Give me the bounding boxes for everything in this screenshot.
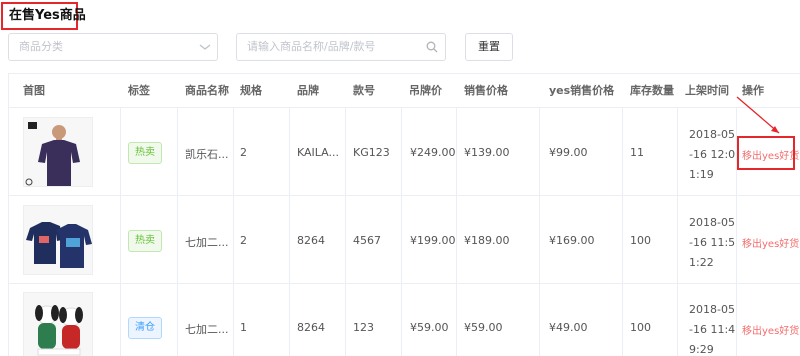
header-listed-time: 上架时间 <box>685 84 729 97</box>
product-name: 凯乐石... <box>185 148 229 161</box>
header-yes-price: yes销售价格 <box>549 84 615 97</box>
product-name: 七加二... <box>185 236 229 249</box>
chevron-down-icon <box>199 44 211 50</box>
product-thumbnail[interactable] <box>23 117 93 187</box>
tag-price: ¥249.00 <box>410 146 456 159</box>
table-header: 首图 标签 商品名称 规格 品牌 款号 吊牌价 销售价格 yes销售价格 库存数… <box>9 74 800 108</box>
product-spec: 2 <box>240 234 247 247</box>
search-input-placeholder: 请输入商品名称/品牌/款号 <box>247 40 376 53</box>
sale-price: ¥189.00 <box>464 234 510 247</box>
product-table: 首图 标签 商品名称 规格 品牌 款号 吊牌价 销售价格 yes销售价格 库存数… <box>8 73 800 356</box>
product-style-no: 123 <box>353 321 374 334</box>
search-icon[interactable] <box>426 41 438 53</box>
header-actions: 操作 <box>742 84 764 97</box>
table-row: 热卖 凯乐石... 2 KAILA... KG123 ¥249.00 ¥139.… <box>9 108 800 196</box>
header-sale-price: 销售价格 <box>464 84 508 97</box>
product-name: 七加二... <box>185 323 229 336</box>
product-brand: 8264 <box>297 321 325 334</box>
header-tag-price: 吊牌价 <box>409 84 442 97</box>
category-select-placeholder: 商品分类 <box>19 40 63 53</box>
yes-price: ¥49.00 <box>549 321 588 334</box>
listed-time: 2018-05 -16 11:4 9:29 <box>689 303 736 356</box>
tag-price: ¥199.00 <box>410 234 456 247</box>
header-name: 商品名称 <box>185 84 229 97</box>
stock-count: 11 <box>630 146 644 159</box>
listed-time: 2018-05 -16 12:0 1:19 <box>689 128 736 181</box>
header-tag: 标签 <box>128 84 150 97</box>
table-row: 热卖 七加二... 2 8264 4567 ¥199.00 ¥189.00 ¥1… <box>9 196 800 284</box>
product-thumbnail[interactable] <box>23 205 93 275</box>
product-spec: 1 <box>240 321 247 334</box>
product-thumbnail[interactable] <box>23 292 93 356</box>
table-row: 清仓 七加二... 1 8264 123 ¥59.00 ¥59.00 ¥49.0… <box>9 284 800 356</box>
action-highlight-box <box>737 136 795 170</box>
header-brand: 品牌 <box>297 84 319 97</box>
header-image: 首图 <box>23 84 45 97</box>
sale-price: ¥139.00 <box>464 146 510 159</box>
tag-badge: 清仓 <box>128 317 162 339</box>
header-style-no: 款号 <box>353 84 375 97</box>
yes-price: ¥99.00 <box>549 146 588 159</box>
purple-tshirt-image <box>24 118 92 186</box>
tag-price: ¥59.00 <box>410 321 449 334</box>
sale-price: ¥59.00 <box>464 321 503 334</box>
reset-button[interactable]: 重置 <box>465 33 513 61</box>
stock-count: 100 <box>630 321 651 334</box>
product-style-no: KG123 <box>353 146 390 159</box>
search-input[interactable]: 请输入商品名称/品牌/款号 <box>236 33 446 61</box>
yes-price: ¥169.00 <box>549 234 595 247</box>
category-select[interactable]: 商品分类 <box>8 33 218 61</box>
plush-dogs-image <box>24 293 92 356</box>
tag-badge: 热卖 <box>128 142 162 164</box>
page-title: 在售Yes商品 <box>1 2 86 30</box>
product-spec: 2 <box>240 146 247 159</box>
listed-time: 2018-05 -16 11:5 1:22 <box>689 216 736 269</box>
header-stock: 库存数量 <box>630 84 674 97</box>
remove-from-yes-link[interactable]: 移出yes好货 <box>742 322 799 337</box>
tag-badge: 热卖 <box>128 230 162 252</box>
stock-count: 100 <box>630 234 651 247</box>
product-brand: KAILA... <box>297 146 339 159</box>
navy-tshirts-image <box>24 206 92 274</box>
remove-from-yes-link[interactable]: 移出yes好货 <box>742 235 799 250</box>
product-style-no: 4567 <box>353 234 381 247</box>
product-brand: 8264 <box>297 234 325 247</box>
header-spec: 规格 <box>240 84 262 97</box>
